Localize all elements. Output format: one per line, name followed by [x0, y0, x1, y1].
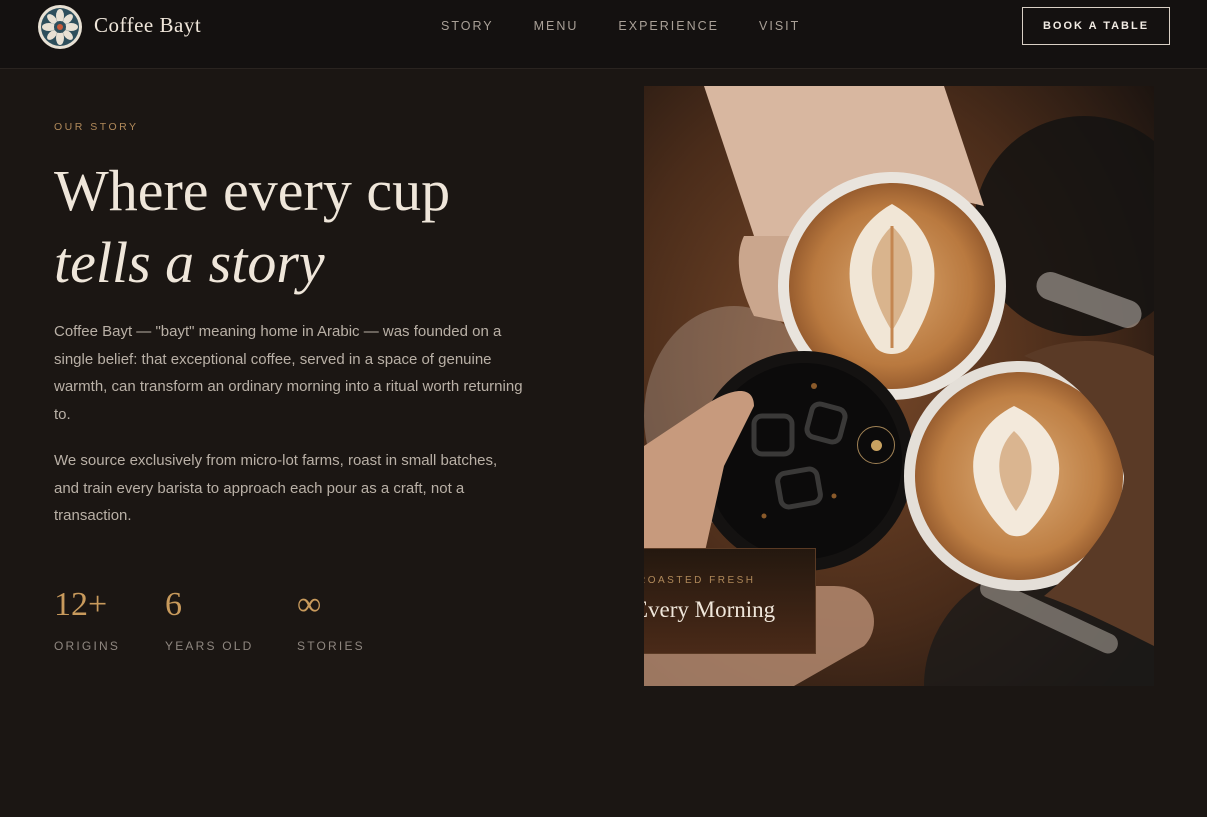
brand-logo-icon[interactable]	[37, 4, 83, 50]
stat-value: 12+	[54, 586, 108, 623]
stat-origins: 12+ ORIGINS	[54, 585, 120, 653]
nav-links: STORY MENU EXPERIENCE VISIT	[441, 19, 840, 33]
stat-value: 6	[165, 586, 182, 623]
stat-stories: ∞ STORIES	[297, 585, 365, 653]
stat-years: 6 YEARS OLD	[165, 585, 254, 653]
nav-link-visit[interactable]: VISIT	[759, 19, 800, 33]
book-table-button[interactable]: BOOK A TABLE	[1022, 7, 1170, 45]
image-hotspot-button[interactable]	[857, 426, 895, 464]
top-nav: Coffee Bayt STORY MENU EXPERIENCE VISIT …	[0, 0, 1207, 69]
stat-label: YEARS OLD	[165, 639, 254, 653]
headline-line-1: Where every cup	[54, 158, 451, 223]
nav-link-menu[interactable]: MENU	[534, 19, 579, 33]
section-headline: Where every cup tells a story	[54, 155, 574, 299]
story-paragraph-1: Coffee Bayt — "bayt" meaning home in Ara…	[54, 323, 523, 423]
stat-value: ∞	[297, 586, 322, 623]
nav-link-story[interactable]: STORY	[441, 19, 494, 33]
roasted-fresh-card: ROASTED FRESH Every Morning	[644, 548, 816, 654]
headline-line-2: tells a story	[54, 230, 325, 295]
card-title: Every Morning	[644, 597, 776, 622]
nav-link-experience[interactable]: EXPERIENCE	[618, 19, 719, 33]
hotspot-dot-icon	[870, 439, 882, 451]
section-eyebrow: OUR STORY	[54, 121, 139, 133]
page: Coffee Bayt STORY MENU EXPERIENCE VISIT …	[0, 0, 1207, 817]
brand-name[interactable]: Coffee Bayt	[94, 13, 201, 38]
stat-label: ORIGINS	[54, 639, 121, 653]
stat-label: STORIES	[297, 639, 365, 653]
story-paragraph-2: We source exclusively from micro-lot far…	[54, 452, 498, 524]
card-eyebrow: ROASTED FRESH	[644, 575, 756, 586]
